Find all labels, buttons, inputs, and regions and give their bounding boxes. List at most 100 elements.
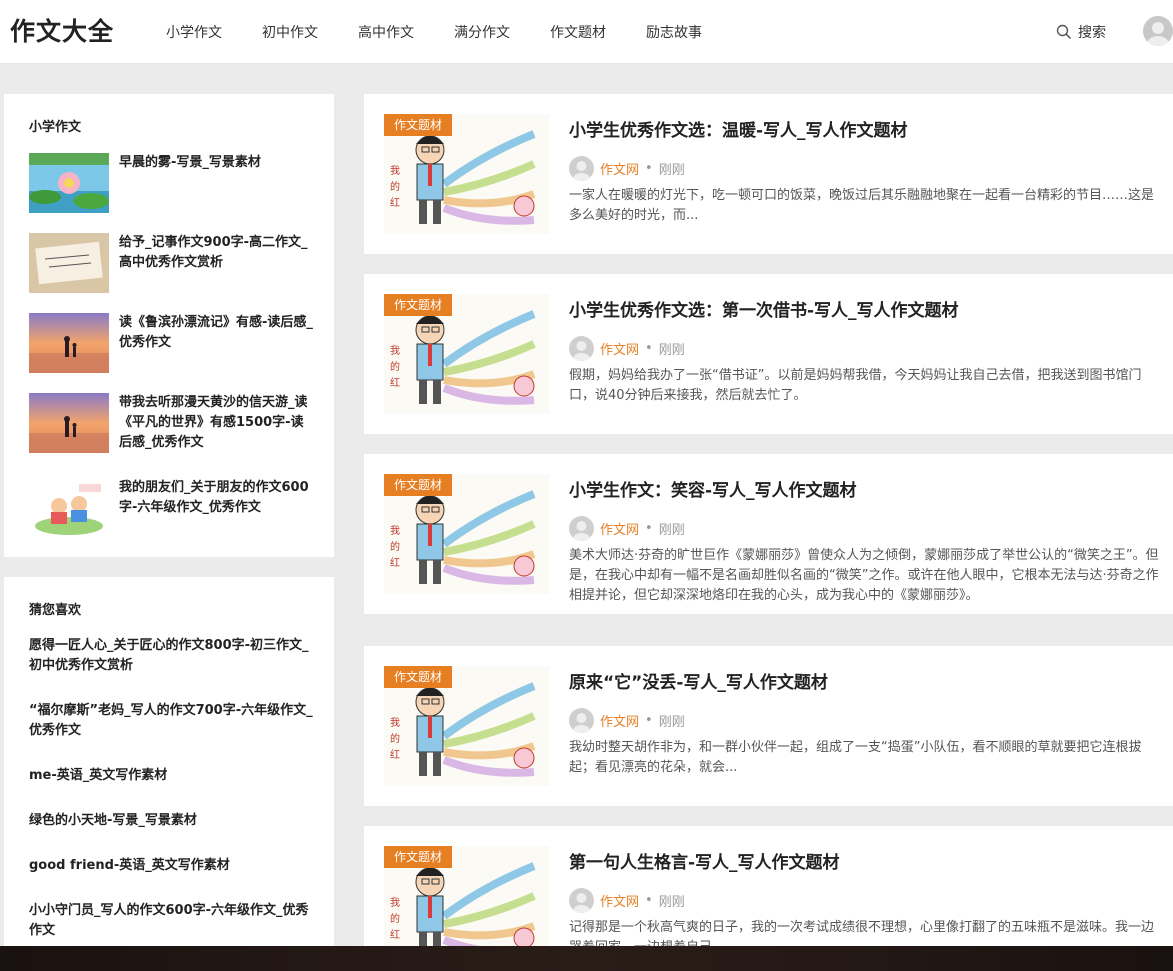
sidebar-item[interactable]: 带我去听那漫天黄沙的信天游_读《平凡的世界》有感1500字-读后感_优秀作文 (29, 393, 319, 453)
author-name[interactable]: 作文网 (600, 519, 639, 538)
category-badge[interactable]: 作文题材 (384, 846, 452, 868)
article-card[interactable]: 我 的 红 作文题材 第一句人生格言-写人_写人作文题材 作文网 • 刚刚 记得… (364, 826, 1173, 966)
sidebar-item-title[interactable]: 读《鲁滨孙漂流记》有感-读后感_优秀作文 (119, 313, 314, 353)
search-icon (1056, 24, 1072, 40)
search-button[interactable]: 搜索 (1056, 22, 1106, 42)
svg-text:红: 红 (390, 748, 400, 761)
article-card[interactable]: 我 的 红 作文题材 小学生优秀作文选：第一次借书-写人_写人作文题材 作文网 … (364, 274, 1173, 434)
sidebar-item[interactable]: 读《鲁滨孙漂流记》有感-读后感_优秀作文 (29, 313, 319, 373)
svg-text:的: 的 (390, 540, 400, 553)
category-badge[interactable]: 作文题材 (384, 666, 452, 688)
site-logo[interactable]: 作文大全 (10, 12, 114, 48)
article-title[interactable]: 小学生优秀作文选：温暖-写人_写人作文题材 (569, 116, 908, 141)
sidebar-item[interactable]: 早晨的雾-写景_写景素材 (29, 153, 319, 213)
bottom-overlay (0, 946, 1173, 971)
like-item[interactable]: 绿色的小天地-写景_写景素材 (29, 811, 314, 831)
author-avatar[interactable] (569, 516, 594, 541)
publish-time: 刚刚 (658, 715, 685, 730)
article-title[interactable]: 原来“它”没丢-写人_写人作文题材 (569, 668, 828, 693)
nav-item-junior[interactable]: 初中作文 (262, 22, 318, 42)
nav-item-stories[interactable]: 励志故事 (646, 22, 702, 42)
search-label: 搜索 (1078, 25, 1106, 41)
publish-time: 刚刚 (658, 343, 685, 358)
sidebar-item-title[interactable]: 带我去听那漫天黄沙的信天游_读《平凡的世界》有感1500字-读后感_优秀作文 (119, 393, 314, 453)
article-thumbnail[interactable]: 我 的 红 作文题材 (384, 666, 549, 786)
author-avatar[interactable] (569, 336, 594, 361)
user-icon (572, 521, 591, 541)
author-avatar[interactable] (569, 156, 594, 181)
like-item[interactable]: 愿得一匠人心_关于匠心的作文800字-初三作文_初中优秀作文赏析 (29, 636, 314, 676)
sidebar-title: 小学作文 (29, 120, 82, 135)
nav-item-topics[interactable]: 作文题材 (550, 22, 606, 42)
sidebar-primary-panel: 小学作文 早晨的雾-写景_写景素材 给予_记事作文900字-高二作文_高中优秀作… (4, 94, 334, 557)
user-icon (572, 713, 591, 733)
category-badge[interactable]: 作文题材 (384, 114, 452, 136)
sidebar-item[interactable]: 给予_记事作文900字-高二作文_高中优秀作文赏析 (29, 233, 319, 293)
sidebar-item-title[interactable]: 给予_记事作文900字-高二作文_高中优秀作文赏析 (119, 233, 314, 273)
thumbnail-note[interactable] (29, 233, 109, 293)
article-thumbnail[interactable]: 我 的 红 作文题材 (384, 294, 549, 414)
sidebar-item-title[interactable]: 我的朋友们_关于朋友的作文600字-六年级作文_优秀作文 (119, 478, 314, 518)
user-icon (572, 161, 591, 181)
meta-separator: • (645, 713, 653, 728)
author-name[interactable]: 作文网 (600, 711, 639, 730)
article-card[interactable]: 我 的 红 作文题材 小学生优秀作文选：温暖-写人_写人作文题材 作文网 • 刚… (364, 94, 1173, 254)
author-name[interactable]: 作文网 (600, 339, 639, 358)
svg-text:的: 的 (390, 732, 400, 745)
article-thumbnail[interactable]: 我 的 红 作文题材 (384, 474, 549, 594)
svg-text:的: 的 (390, 912, 400, 925)
meta-separator: • (645, 893, 653, 908)
svg-text:我: 我 (390, 525, 400, 537)
like-item[interactable]: good friend-英语_英文写作素材 (29, 856, 314, 876)
like-item[interactable]: “福尔摩斯”老妈_写人的作文700字-六年级作文_优秀作文 (29, 701, 314, 741)
article-thumbnail[interactable]: 我 的 红 作文题材 (384, 114, 549, 234)
article-excerpt: 我幼时整天胡作非为，和一群小伙伴一起，组成了一支“捣蛋”小队伍，看不顺眼的草就要… (569, 740, 1142, 775)
article-meta: 作文网 • 刚刚 (569, 888, 685, 913)
sidebar-item-title[interactable]: 早晨的雾-写景_写景素材 (119, 153, 314, 173)
nav-item-primary[interactable]: 小学作文 (166, 22, 222, 42)
svg-text:我: 我 (390, 717, 400, 729)
user-icon (572, 893, 591, 913)
svg-text:我: 我 (390, 897, 400, 909)
sidebar-item[interactable]: 我的朋友们_关于朋友的作文600字-六年级作文_优秀作文 (29, 478, 319, 538)
svg-text:我: 我 (390, 165, 400, 177)
article-title[interactable]: 小学生作文：笑容-写人_写人作文题材 (569, 476, 857, 501)
category-badge[interactable]: 作文题材 (384, 294, 452, 316)
meta-separator: • (645, 161, 653, 176)
publish-time: 刚刚 (658, 895, 685, 910)
article-meta: 作文网 • 刚刚 (569, 336, 685, 361)
svg-text:红: 红 (390, 376, 400, 389)
category-badge[interactable]: 作文题材 (384, 474, 452, 496)
svg-text:红: 红 (390, 196, 400, 209)
like-item[interactable]: 小小守门员_写人的作文600字-六年级作文_优秀作文 (29, 901, 314, 941)
article-title[interactable]: 第一句人生格言-写人_写人作文题材 (569, 848, 840, 873)
nav-item-senior[interactable]: 高中作文 (358, 22, 414, 42)
user-avatar[interactable] (1143, 16, 1173, 46)
site-header: 作文大全 小学作文 初中作文 高中作文 满分作文 作文题材 励志故事 搜索 (0, 0, 1173, 64)
article-card[interactable]: 我 的 红 作文题材 原来“它”没丢-写人_写人作文题材 作文网 • 刚刚 我幼… (364, 646, 1173, 806)
article-meta: 作文网 • 刚刚 (569, 708, 685, 733)
author-name[interactable]: 作文网 (600, 159, 639, 178)
article-card[interactable]: 我 的 红 作文题材 小学生作文：笑容-写人_写人作文题材 作文网 • 刚刚 美… (364, 454, 1173, 614)
nav-item-fullscore[interactable]: 满分作文 (454, 22, 510, 42)
publish-time: 刚刚 (658, 163, 685, 178)
article-excerpt: 美术大师达·芬奇的旷世巨作《蒙娜丽莎》曾使众人为之倾倒，蒙娜丽莎成了举世公认的“… (569, 548, 1159, 603)
author-avatar[interactable] (569, 888, 594, 913)
thumbnail-sunset[interactable] (29, 393, 109, 453)
meta-separator: • (645, 341, 653, 356)
sidebar-likes-panel: 猜您喜欢 愿得一匠人心_关于匠心的作文800字-初三作文_初中优秀作文赏析 “福… (4, 577, 334, 957)
thumbnail-sunset[interactable] (29, 313, 109, 373)
svg-text:红: 红 (390, 928, 400, 941)
thumbnail-lotus[interactable] (29, 153, 109, 213)
publish-time: 刚刚 (658, 523, 685, 538)
author-name[interactable]: 作文网 (600, 891, 639, 910)
thumbnail-friends[interactable] (29, 478, 109, 538)
user-icon (1147, 22, 1169, 46)
svg-text:我: 我 (390, 345, 400, 357)
article-title[interactable]: 小学生优秀作文选：第一次借书-写人_写人作文题材 (569, 296, 959, 321)
author-avatar[interactable] (569, 708, 594, 733)
article-excerpt: 假期，妈妈给我办了一张“借书证”。以前是妈妈帮我借，今天妈妈让我自己去借，把我送… (569, 368, 1142, 403)
article-meta: 作文网 • 刚刚 (569, 516, 685, 541)
main-nav: 小学作文 初中作文 高中作文 满分作文 作文题材 励志故事 (166, 22, 742, 42)
like-item[interactable]: me-英语_英文写作素材 (29, 766, 314, 786)
